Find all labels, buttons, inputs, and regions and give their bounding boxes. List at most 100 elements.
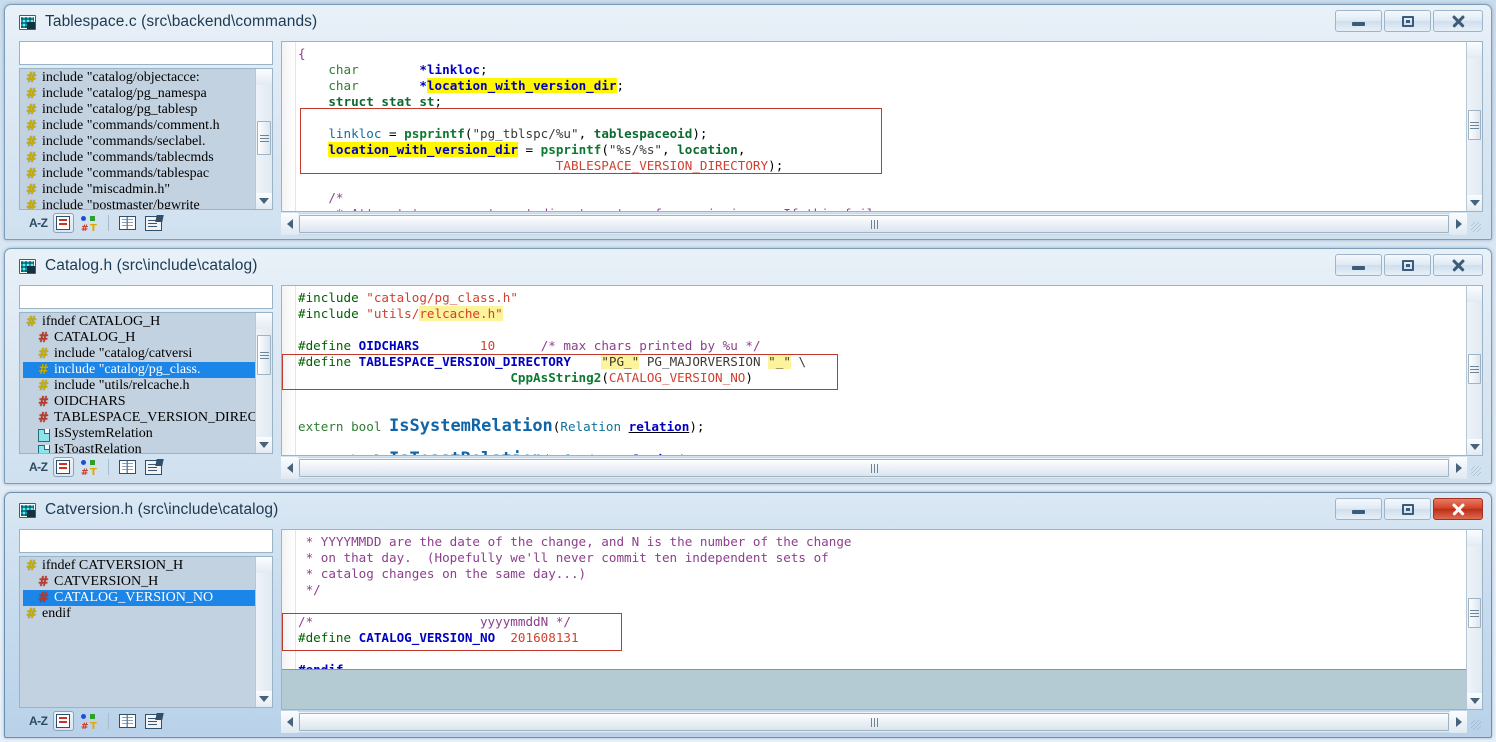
scroll-up-button[interactable] [1467,530,1482,546]
maximize-button[interactable] [1384,10,1431,32]
book-button[interactable] [117,711,138,731]
titlebar[interactable]: Catversion.h (src\include\catalog) [5,493,1491,527]
tree-item[interactable]: include "commands/tablecmds [23,150,255,166]
symbol-tree[interactable]: include "catalog/objectacce: include "ca… [19,68,273,210]
tree-items[interactable]: include "catalog/objectacce: include "ca… [20,69,255,209]
close-button[interactable] [1433,10,1483,32]
scroll-down-button[interactable] [256,691,272,707]
scroll-down-button[interactable] [1467,439,1482,455]
scroll-up-button[interactable] [256,313,272,329]
scroll-left-button[interactable] [281,457,298,479]
maximize-button[interactable] [1384,498,1431,520]
scrollbar-thumb[interactable] [1468,110,1481,140]
search-input[interactable] [19,41,273,65]
scrollbar-thumb[interactable] [1468,598,1481,628]
category-view-button[interactable]: # T [79,213,100,234]
scrollbar-thumb[interactable] [299,215,1449,233]
scroll-up-button[interactable] [1467,286,1482,302]
category-view-button[interactable]: # T [79,711,100,732]
search-input[interactable] [19,529,273,553]
category-view-button[interactable]: # T [79,457,100,478]
book-button[interactable] [117,213,138,233]
tree-item-selected[interactable]: CATALOG_VERSION_NO [23,590,255,606]
tree-item[interactable]: IsSystemRelation [23,426,255,442]
tree-item-selected[interactable]: include "catalog/pg_class. [23,362,255,378]
scroll-left-button[interactable] [281,711,298,733]
explorer-toolbar[interactable]: A-Z # T [15,709,275,733]
list-view-button[interactable] [52,213,74,233]
window-catalog-h[interactable]: Catalog.h (src\include\catalog) ifndef C… [4,248,1492,484]
properties-button[interactable] [143,711,164,731]
list-view-button[interactable] [52,711,74,731]
minimize-button[interactable] [1335,254,1382,276]
minimize-button[interactable] [1335,10,1382,32]
scrollbar-track[interactable] [298,711,1450,733]
tree-item[interactable]: include "commands/comment.h [23,118,255,134]
code-horizontal-scrollbar[interactable] [281,213,1483,235]
explorer-toolbar[interactable]: A-Z # T [15,211,275,235]
scroll-down-button[interactable] [256,193,272,209]
properties-button[interactable] [143,213,164,233]
tree-item[interactable]: include "utils/relcache.h [23,378,255,394]
scroll-up-button[interactable] [256,69,272,85]
window-controls[interactable] [1335,10,1483,32]
code-vertical-scrollbar[interactable] [1466,285,1483,456]
scroll-right-button[interactable] [1450,711,1467,733]
tree-item[interactable]: CATVERSION_H [23,574,255,590]
scroll-up-button[interactable] [256,557,272,573]
tree-item[interactable]: include "commands/tablespac [23,166,255,182]
tree-item[interactable]: include "catalog/objectacce: [23,70,255,86]
tree-item[interactable]: OIDCHARS [23,394,255,410]
tree-item[interactable]: include "commands/seclabel. [23,134,255,150]
tree-item[interactable]: include "catalog/pg_tablesp [23,102,255,118]
sort-az-button[interactable]: A-Z [29,460,48,474]
tree-items[interactable]: ifndef CATALOG_H CATALOG_H include "cata… [20,313,255,453]
properties-button[interactable] [143,457,164,477]
window-catversion-h[interactable]: Catversion.h (src\include\catalog) ifnde… [4,492,1492,738]
code-editor[interactable]: #include "catalog/pg_class.h" #include "… [281,285,1466,456]
list-view-button[interactable] [52,457,74,477]
titlebar[interactable]: Tablespace.c (src\backend\commands) [5,5,1491,39]
code-vertical-scrollbar[interactable] [1466,41,1483,212]
tree-vertical-scrollbar[interactable] [255,313,272,453]
symbol-tree[interactable]: ifndef CATVERSION_H CATVERSION_H CATALOG… [19,556,273,708]
tree-vertical-scrollbar[interactable] [255,69,272,209]
code-horizontal-scrollbar[interactable] [281,711,1483,733]
symbol-tree[interactable]: ifndef CATALOG_H CATALOG_H include "cata… [19,312,273,454]
tree-item[interactable]: TABLESPACE_VERSION_DIRECT [23,410,255,426]
titlebar[interactable]: Catalog.h (src\include\catalog) [5,249,1491,283]
tree-item[interactable]: ifndef CATALOG_H [23,314,255,330]
tree-item[interactable]: include "catalog/pg_namespa [23,86,255,102]
scrollbar-track[interactable] [298,213,1450,235]
sort-az-button[interactable]: A-Z [29,216,48,230]
scrollbar-thumb[interactable] [257,335,271,375]
window-controls[interactable] [1335,254,1483,276]
book-button[interactable] [117,457,138,477]
code-editor[interactable]: * YYYYMMDD are the date of the change, a… [281,529,1466,710]
tree-items[interactable]: ifndef CATVERSION_H CATVERSION_H CATALOG… [20,557,255,707]
code-editor[interactable]: { char *linkloc; char *location_with_ver… [281,41,1466,212]
sort-az-button[interactable]: A-Z [29,714,48,728]
tree-item[interactable]: CATALOG_H [23,330,255,346]
resize-grip[interactable] [1467,711,1483,733]
resize-grip[interactable] [1467,457,1483,479]
resize-grip[interactable] [1467,213,1483,235]
tree-item[interactable]: endif [23,606,255,622]
tree-item[interactable]: include "miscadmin.h" [23,182,255,198]
scrollbar-thumb[interactable] [1468,354,1481,384]
minimize-button[interactable] [1335,498,1382,520]
scroll-right-button[interactable] [1450,213,1467,235]
maximize-button[interactable] [1384,254,1431,276]
scroll-down-button[interactable] [1467,195,1482,211]
search-input[interactable] [19,285,273,309]
close-button[interactable] [1433,254,1483,276]
tree-item[interactable]: include "catalog/catversi [23,346,255,362]
scrollbar-thumb[interactable] [299,713,1449,731]
scroll-right-button[interactable] [1450,457,1467,479]
scrollbar-track[interactable] [298,457,1450,479]
tree-item[interactable]: IsToastRelation [23,442,255,453]
window-controls[interactable] [1335,498,1483,520]
scroll-down-button[interactable] [1467,693,1482,709]
code-horizontal-scrollbar[interactable] [281,457,1483,479]
scroll-up-button[interactable] [1467,42,1482,58]
